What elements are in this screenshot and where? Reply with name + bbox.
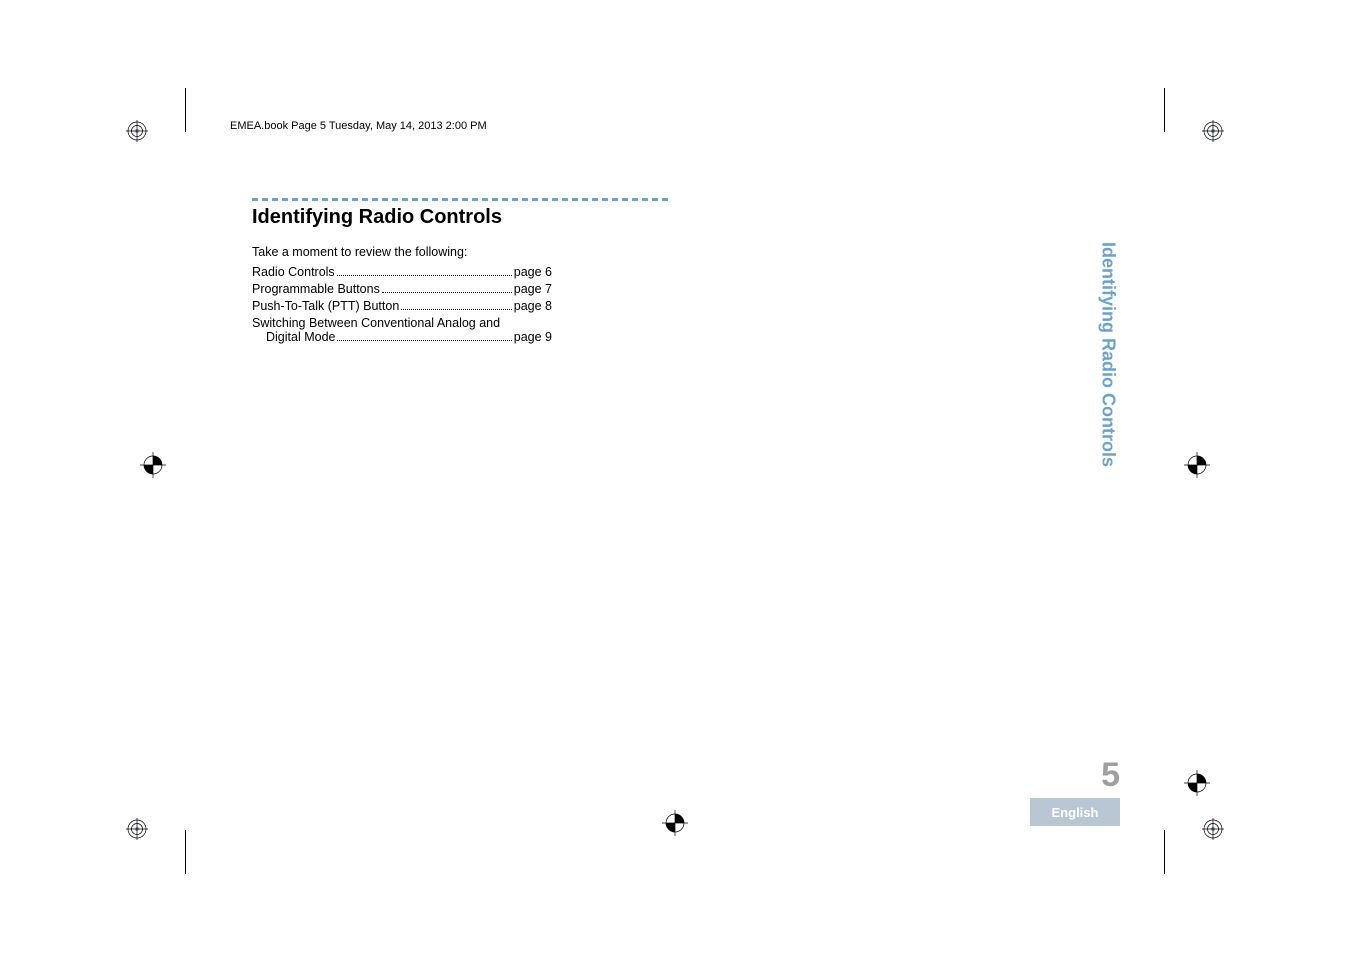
language-band: English xyxy=(1030,798,1120,826)
content-block: Identifying Radio Controls Take a moment… xyxy=(252,196,672,344)
crop-mark-icon xyxy=(1164,88,1165,132)
toc-entry: Programmable Buttons page 7 xyxy=(252,282,552,296)
leader-dots-icon xyxy=(401,309,512,310)
side-tab-label: Identifying Radio Controls xyxy=(1096,242,1120,522)
crop-mark-icon xyxy=(1164,830,1165,874)
toc-label: Digital Mode xyxy=(266,330,335,344)
crop-mark-icon xyxy=(185,88,186,132)
intro-text: Take a moment to review the following: xyxy=(252,245,672,259)
toc-label: Programmable Buttons xyxy=(252,282,380,296)
toc-entry: Switching Between Conventional Analog an… xyxy=(252,316,552,344)
page-number-block: 5 xyxy=(1030,758,1120,792)
registration-mark-icon xyxy=(1202,818,1224,840)
crosshair-icon xyxy=(140,452,166,478)
page-title: Identifying Radio Controls xyxy=(252,206,672,229)
section-rule-icon xyxy=(252,196,672,202)
registration-mark-icon xyxy=(126,120,148,142)
toc-entry: Push-To-Talk (PTT) Button page 8 xyxy=(252,299,552,313)
crosshair-icon xyxy=(1184,770,1210,796)
toc-page: page 7 xyxy=(514,282,552,296)
toc-label: Switching Between Conventional Analog an… xyxy=(252,316,552,330)
toc-page: page 6 xyxy=(514,265,552,279)
language-label: English xyxy=(1052,805,1099,820)
toc-label: Push-To-Talk (PTT) Button xyxy=(252,299,399,313)
toc-page: page 9 xyxy=(514,330,552,344)
crosshair-icon xyxy=(662,810,688,836)
toc-label: Radio Controls xyxy=(252,265,335,279)
page-number: 5 xyxy=(1030,758,1120,792)
crosshair-icon xyxy=(1184,452,1210,478)
leader-dots-icon xyxy=(382,292,512,293)
registration-mark-icon xyxy=(126,818,148,840)
running-header: EMEA.book Page 5 Tuesday, May 14, 2013 2… xyxy=(230,120,487,132)
leader-dots-icon xyxy=(337,275,512,276)
crop-mark-icon xyxy=(185,830,186,874)
leader-dots-icon xyxy=(337,340,511,341)
toc-page: page 8 xyxy=(514,299,552,313)
registration-mark-icon xyxy=(1202,120,1224,142)
toc-entry: Radio Controls page 6 xyxy=(252,265,552,279)
